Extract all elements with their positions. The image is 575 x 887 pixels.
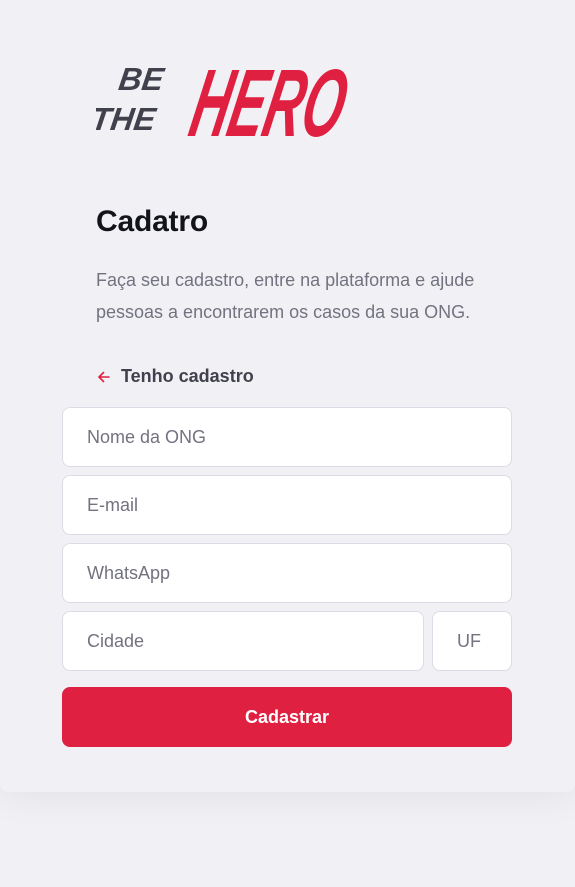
- page-description: Faça seu cadastro, entre na plataforma e…: [96, 270, 475, 322]
- whatsapp-input[interactable]: [62, 543, 512, 603]
- logo-text-be: BE: [117, 61, 168, 97]
- logo-text-the: THE: [96, 101, 159, 137]
- page-title: Cadatro: [96, 205, 208, 238]
- uf-input[interactable]: [432, 611, 512, 671]
- page: BE THE HERO Cadatro Faça seu cadastro, e…: [0, 0, 575, 887]
- register-card: BE THE HERO Cadatro Faça seu cadastro, e…: [0, 0, 575, 792]
- back-to-login-link[interactable]: Tenho cadastro: [96, 366, 254, 387]
- city-input[interactable]: [62, 611, 424, 671]
- back-link-label: Tenho cadastro: [121, 366, 254, 386]
- be-the-hero-logo: BE THE HERO: [96, 49, 348, 152]
- arrow-left-icon: [98, 371, 110, 382]
- logo-text-hero: HERO: [182, 49, 348, 152]
- email-input[interactable]: [62, 475, 512, 535]
- ong-name-input[interactable]: [62, 407, 512, 467]
- register-submit-button[interactable]: Cadastrar: [62, 687, 512, 747]
